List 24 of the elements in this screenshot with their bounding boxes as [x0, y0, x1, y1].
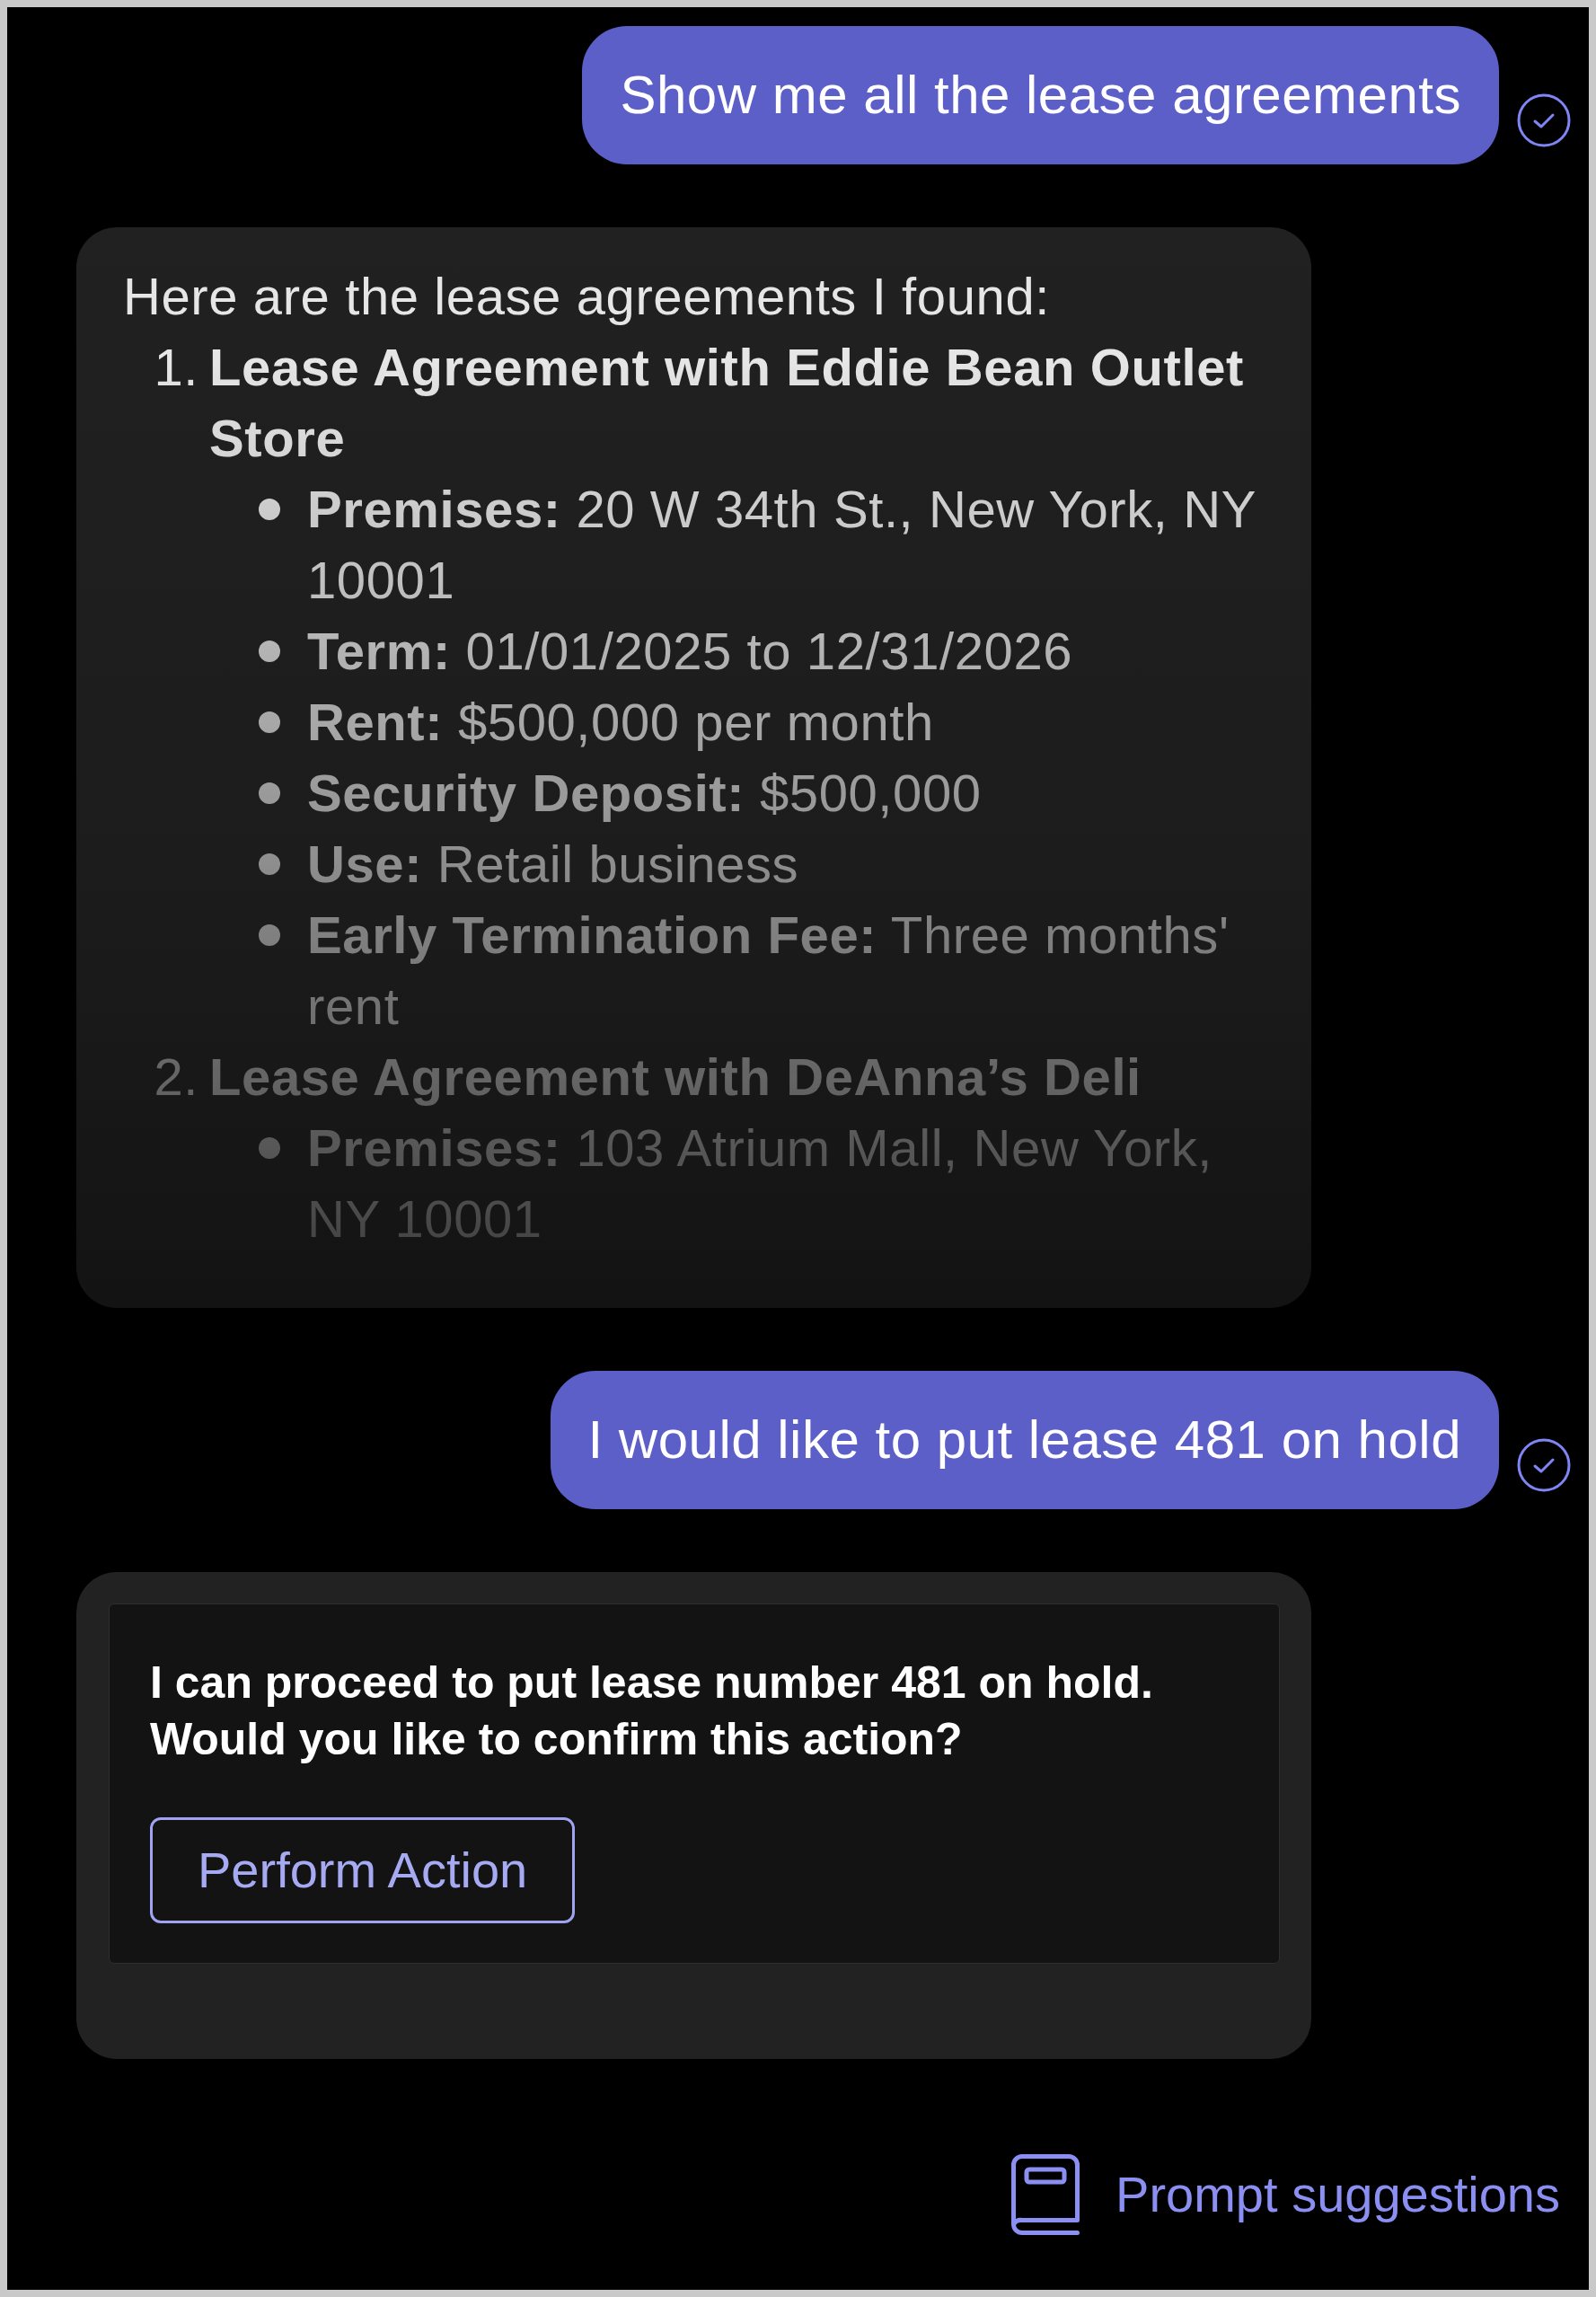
user-message-bubble: I would like to put lease 481 on hold: [550, 1371, 1499, 1509]
list-number: 2.: [153, 1047, 199, 1108]
perform-action-button[interactable]: Perform Action: [150, 1817, 576, 1923]
prompt-suggestions-button[interactable]: Prompt suggestions: [1011, 2154, 1560, 2235]
intro-text: Here are the lease agreements I found:: [123, 266, 1051, 327]
detail-text: Rent: $500,000 per month: [307, 692, 934, 753]
user-message-bubble: Show me all the lease agreements: [582, 26, 1499, 164]
bullet-icon: [259, 853, 280, 875]
bullet-icon: [259, 782, 280, 804]
list-item-title: Lease Agreement with Eddie Bean Outlet Store: [209, 337, 1245, 469]
detail-text: Early Termination Fee: Three months' rent: [307, 905, 1230, 1037]
bullet-icon: [259, 711, 280, 733]
detail-text: Term: 01/01/2025 to 12/31/2026: [307, 621, 1073, 682]
book-icon: [1011, 2154, 1080, 2235]
bullet-icon: [259, 924, 280, 946]
detail-text: Security Deposit: $500,000: [307, 763, 982, 824]
detail-text: Use: Retail business: [307, 834, 799, 895]
list-number: 1.: [153, 337, 199, 398]
list-item-title: Lease Agreement with DeAnna’s Deli: [209, 1047, 1142, 1108]
card-text: I can proceed to put lease number 481 on hold. Would you like to confirm this action?: [150, 1656, 1154, 1766]
bullet-icon: [259, 641, 280, 662]
detail-text: Premises: 20 W 34th St., New York, NY 10001: [307, 479, 1257, 611]
bullet-icon: [259, 1137, 280, 1159]
bullet-icon: [259, 499, 280, 520]
